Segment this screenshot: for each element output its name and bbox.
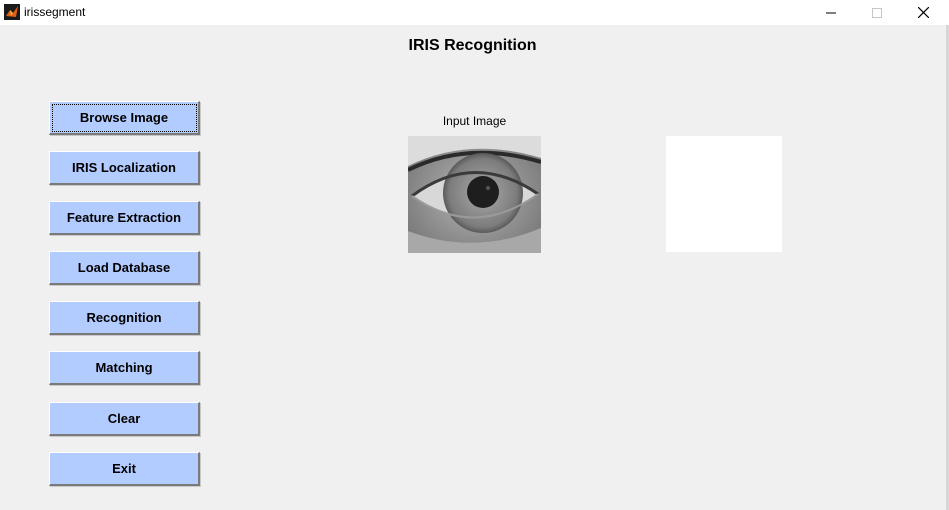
title-bar: irissegment <box>0 0 949 25</box>
maximize-button[interactable] <box>854 0 900 25</box>
eye-image <box>408 136 541 253</box>
maximize-icon <box>872 7 882 18</box>
page-title: IRIS Recognition <box>408 37 537 54</box>
minimize-icon <box>826 12 836 13</box>
browse-image-button[interactable]: Browse Image <box>49 101 200 135</box>
matlab-app-icon <box>4 4 20 20</box>
input-image <box>408 136 541 253</box>
minimize-button[interactable] <box>808 0 854 25</box>
matching-button[interactable]: Matching <box>49 351 200 385</box>
load-database-button[interactable]: Load Database <box>49 251 200 285</box>
output-image-axes <box>666 136 782 252</box>
iris-localization-button[interactable]: IRIS Localization <box>49 151 200 185</box>
clear-button[interactable]: Clear <box>49 402 200 436</box>
close-button[interactable] <box>900 0 946 25</box>
window-title: irissegment <box>24 5 86 19</box>
exit-button[interactable]: Exit <box>49 452 200 486</box>
input-image-caption: Input Image <box>442 114 507 128</box>
recognition-button[interactable]: Recognition <box>49 301 200 335</box>
feature-extraction-button[interactable]: Feature Extraction <box>49 201 200 235</box>
close-icon <box>917 7 929 18</box>
